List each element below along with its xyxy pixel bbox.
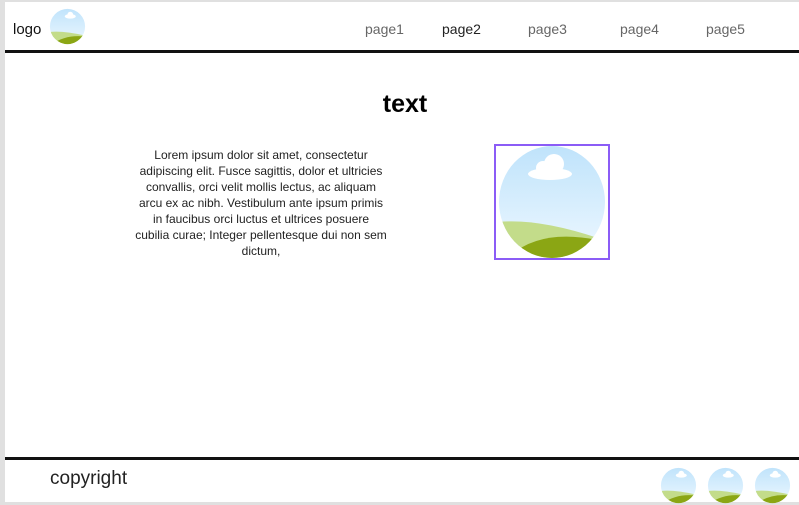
nav-item-page5[interactable]: page5	[706, 21, 745, 37]
footer: copyright	[5, 457, 799, 505]
main-nav: page1 page2 page3 page4 page5	[5, 21, 799, 41]
header: logo page1 page2 page3 page4 page5	[5, 2, 799, 53]
landscape-icon[interactable]	[754, 467, 791, 504]
landscape-icon[interactable]	[660, 467, 697, 504]
body-paragraph: Lorem ipsum dolor sit amet, consectetur …	[135, 148, 387, 258]
page-title: text	[382, 90, 428, 118]
landscape-icon[interactable]	[707, 467, 744, 504]
nav-item-page1[interactable]: page1	[365, 21, 404, 37]
landscape-image-icon[interactable]	[498, 146, 606, 258]
nav-item-page3[interactable]: page3	[528, 21, 567, 37]
copyright: copyright	[50, 468, 128, 489]
page: logo page1 page2 page3 page4 page5 text …	[5, 2, 799, 505]
featured-image-selection[interactable]	[494, 144, 610, 260]
nav-item-page2[interactable]: page2	[442, 21, 481, 37]
nav-item-page4[interactable]: page4	[620, 21, 659, 37]
